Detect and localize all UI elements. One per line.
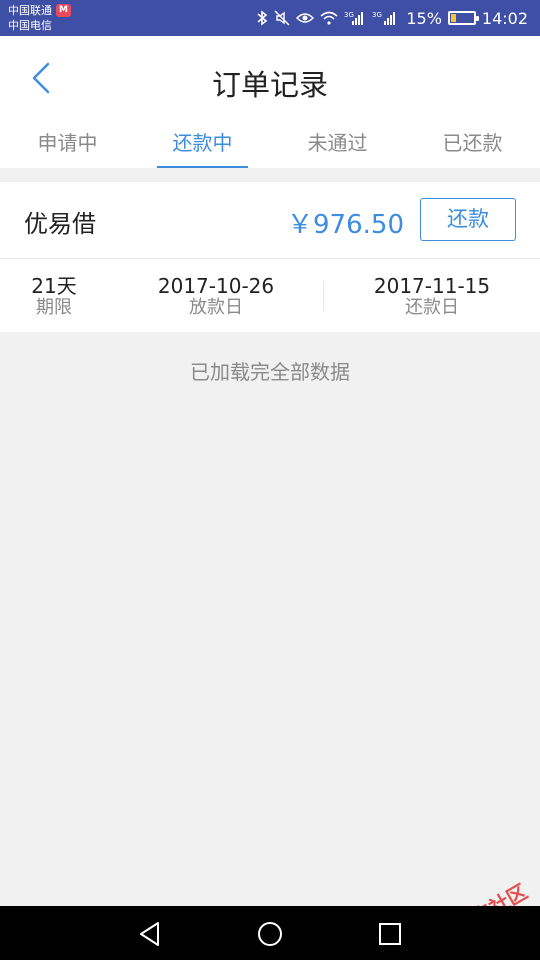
clock: 14:02 bbox=[481, 8, 528, 28]
divider bbox=[323, 281, 324, 311]
loan-date-value: 2017-10-26 bbox=[157, 274, 275, 298]
bluetooth-icon bbox=[256, 10, 268, 26]
signal-icon: 3G bbox=[344, 10, 366, 26]
due-date-label: 还款日 bbox=[405, 297, 459, 318]
tab-applying[interactable]: 申请中 bbox=[0, 120, 135, 168]
tab-rejected[interactable]: 未通过 bbox=[270, 120, 405, 168]
order-details: 21天 期限 2017-10-26 放款日 2017-11-15 还款日 bbox=[0, 259, 540, 332]
page-title: 订单记录 bbox=[211, 68, 328, 102]
battery-icon bbox=[447, 11, 479, 25]
signal-2-icon: 3G bbox=[372, 10, 400, 26]
order-card-header: 优易借 ￥976.50 还款 bbox=[0, 182, 540, 259]
term-label: 期限 bbox=[36, 297, 72, 318]
triangle-back-icon bbox=[140, 922, 159, 946]
term-column: 21天 期限 bbox=[20, 275, 88, 319]
nav-home-button[interactable] bbox=[255, 919, 285, 949]
nav-recent-apps-button[interactable] bbox=[375, 919, 405, 949]
term-value: 21天 bbox=[31, 274, 77, 298]
eye-icon bbox=[296, 11, 315, 25]
nav-back-button[interactable] bbox=[136, 919, 166, 949]
due-date-column: 2017-11-15 还款日 bbox=[366, 275, 498, 319]
carrier-2: 中国电信 bbox=[8, 19, 52, 32]
wifi-icon bbox=[320, 11, 338, 25]
lender-name: 优易借 bbox=[24, 210, 96, 238]
order-card: 优易借 ￥976.50 还款 21天 期限 2017-10-26 放款日 201… bbox=[0, 182, 540, 332]
due-date-value: 2017-11-15 bbox=[373, 274, 491, 298]
app-header: 订单记录 bbox=[0, 36, 540, 120]
list-end-message: 已加载完全部数据 bbox=[190, 360, 350, 384]
tab-repaid[interactable]: 已还款 bbox=[405, 120, 540, 168]
circle-home-icon bbox=[258, 922, 282, 946]
loan-date-label: 放款日 bbox=[189, 297, 243, 318]
square-recents-icon bbox=[379, 923, 401, 945]
carrier-info: 中国联通 M 中国电信 bbox=[8, 3, 71, 33]
carrier-app-icon: M bbox=[56, 4, 71, 17]
loan-date-column: 2017-10-26 放款日 bbox=[150, 275, 282, 319]
tab-repaying[interactable]: 还款中 bbox=[135, 120, 270, 168]
loan-amount: ￥976.50 bbox=[287, 210, 404, 240]
signal-2-tag: 3G bbox=[372, 11, 382, 19]
order-status-tabs: 申请中 还款中 未通过 已还款 bbox=[0, 120, 540, 168]
carrier-1: 中国联通 bbox=[8, 4, 52, 17]
mute-icon bbox=[274, 10, 290, 26]
status-bar: 中国联通 M 中国电信 3G 3G 15% 14:02 bbox=[0, 0, 540, 36]
signal-1-tag: 3G bbox=[344, 11, 354, 19]
repay-button[interactable]: 还款 bbox=[420, 198, 516, 241]
system-nav-bar bbox=[0, 906, 540, 960]
battery-percent: 15% bbox=[406, 8, 442, 28]
